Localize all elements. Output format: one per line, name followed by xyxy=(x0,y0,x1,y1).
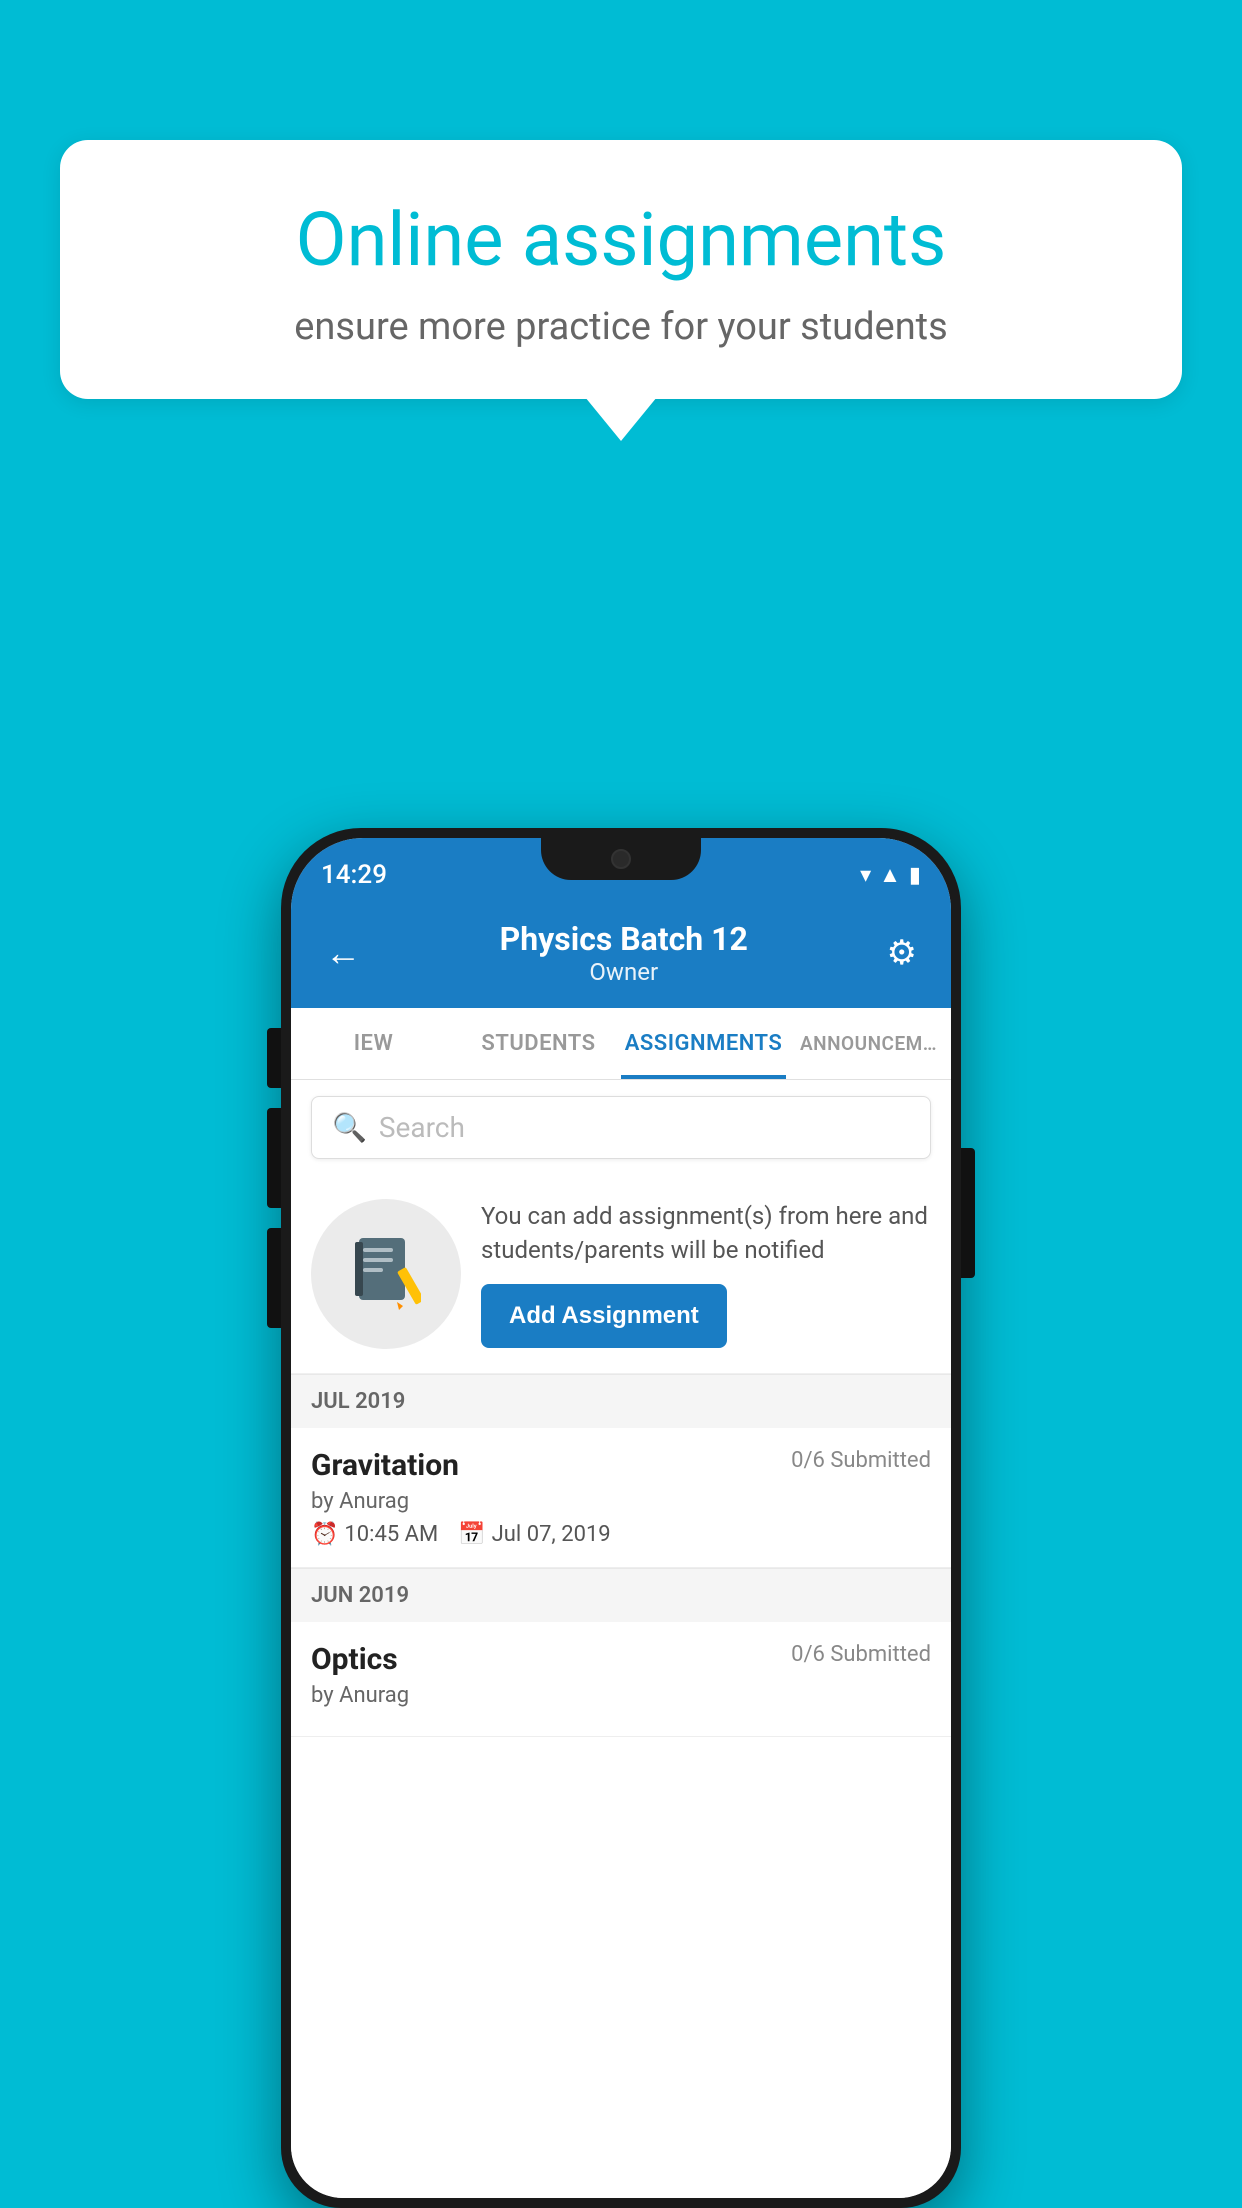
search-placeholder: Search xyxy=(379,1111,465,1144)
promo-description: You can add assignment(s) from here and … xyxy=(481,1200,931,1267)
promo-text-area: You can add assignment(s) from here and … xyxy=(481,1200,931,1347)
tab-announcements[interactable]: ANNOUNCEM… xyxy=(786,1008,951,1079)
header-title-area: Physics Batch 12 Owner xyxy=(371,920,877,986)
back-button[interactable]: ← xyxy=(315,922,371,984)
settings-button[interactable]: ⚙ xyxy=(877,923,927,983)
bubble-subtitle: ensure more practice for your students xyxy=(130,305,1112,349)
phone-side-button-vol-up xyxy=(267,1028,281,1088)
app-header: ← Physics Batch 12 Owner ⚙ xyxy=(291,898,951,1008)
search-bar[interactable]: 🔍 Search xyxy=(311,1096,931,1159)
promo-section: You can add assignment(s) from here and … xyxy=(291,1175,951,1374)
content-area: 🔍 Search xyxy=(291,1080,951,2198)
camera-lens xyxy=(611,849,631,869)
phone-content: 14:29 ▾ ▲ ▮ ← Physics Batch 12 Owner ⚙ xyxy=(291,838,951,2198)
assignment-submitted-optics: 0/6 Submitted xyxy=(791,1642,931,1667)
assignment-date: Jul 07, 2019 xyxy=(492,1522,611,1547)
phone-side-button-vol-down1 xyxy=(267,1108,281,1208)
assignment-item-optics[interactable]: Optics 0/6 Submitted by Anurag xyxy=(291,1622,951,1737)
phone-screen: 14:29 ▾ ▲ ▮ ← Physics Batch 12 Owner ⚙ xyxy=(291,838,951,2198)
phone-notch xyxy=(541,838,701,880)
tab-iew[interactable]: IEW xyxy=(291,1008,456,1079)
assignment-submitted-gravitation: 0/6 Submitted xyxy=(791,1448,931,1473)
bubble-title: Online assignments xyxy=(130,200,1112,281)
phone-side-button-vol-down2 xyxy=(267,1228,281,1328)
assignment-item-gravitation[interactable]: Gravitation 0/6 Submitted by Anurag ⏰ 10… xyxy=(291,1428,951,1568)
assignment-title-gravitation: Gravitation xyxy=(311,1448,459,1483)
assignment-author-gravitation: by Anurag xyxy=(311,1489,931,1514)
tab-students[interactable]: STUDENTS xyxy=(456,1008,621,1079)
battery-icon: ▮ xyxy=(909,863,921,888)
assignment-title-optics: Optics xyxy=(311,1642,398,1677)
speech-bubble: Online assignments ensure more practice … xyxy=(60,140,1182,399)
calendar-icon: 📅 xyxy=(458,1522,485,1547)
add-assignment-button[interactable]: Add Assignment xyxy=(481,1284,727,1348)
phone-side-button-power xyxy=(961,1148,975,1278)
tab-bar: IEW STUDENTS ASSIGNMENTS ANNOUNCEM… xyxy=(291,1008,951,1080)
signal-icon: ▲ xyxy=(879,862,901,888)
status-icons: ▾ ▲ ▮ xyxy=(860,862,921,888)
tab-students-label: STUDENTS xyxy=(481,1031,595,1056)
tab-announcements-label: ANNOUNCEM… xyxy=(800,1032,937,1055)
phone-frame: 14:29 ▾ ▲ ▮ ← Physics Batch 12 Owner ⚙ xyxy=(281,828,961,2208)
header-subtitle: Owner xyxy=(371,958,877,986)
tab-assignments-label: ASSIGNMENTS xyxy=(625,1031,783,1056)
section-header-jun-2019: JUN 2019 xyxy=(291,1568,951,1622)
notebook-icon xyxy=(351,1234,421,1314)
assignment-top-optics: Optics 0/6 Submitted xyxy=(311,1642,931,1677)
tab-assignments[interactable]: ASSIGNMENTS xyxy=(621,1008,786,1079)
section-header-jul-2019: JUL 2019 xyxy=(291,1374,951,1428)
tab-iew-label: IEW xyxy=(354,1031,394,1056)
assignment-author-optics: by Anurag xyxy=(311,1683,931,1708)
meta-time: ⏰ 10:45 AM xyxy=(311,1522,438,1547)
assignment-meta-gravitation: ⏰ 10:45 AM 📅 Jul 07, 2019 xyxy=(311,1522,931,1547)
search-icon: 🔍 xyxy=(332,1111,367,1144)
clock-icon: ⏰ xyxy=(311,1522,338,1547)
assignment-top: Gravitation 0/6 Submitted xyxy=(311,1448,931,1483)
meta-date: 📅 Jul 07, 2019 xyxy=(458,1522,610,1547)
status-time: 14:29 xyxy=(321,860,387,890)
speech-bubble-container: Online assignments ensure more practice … xyxy=(60,140,1182,399)
search-container: 🔍 Search xyxy=(291,1080,951,1175)
wifi-icon: ▾ xyxy=(860,863,871,888)
header-title: Physics Batch 12 xyxy=(371,920,877,958)
promo-icon-circle xyxy=(311,1199,461,1349)
assignment-time: 10:45 AM xyxy=(344,1522,438,1547)
